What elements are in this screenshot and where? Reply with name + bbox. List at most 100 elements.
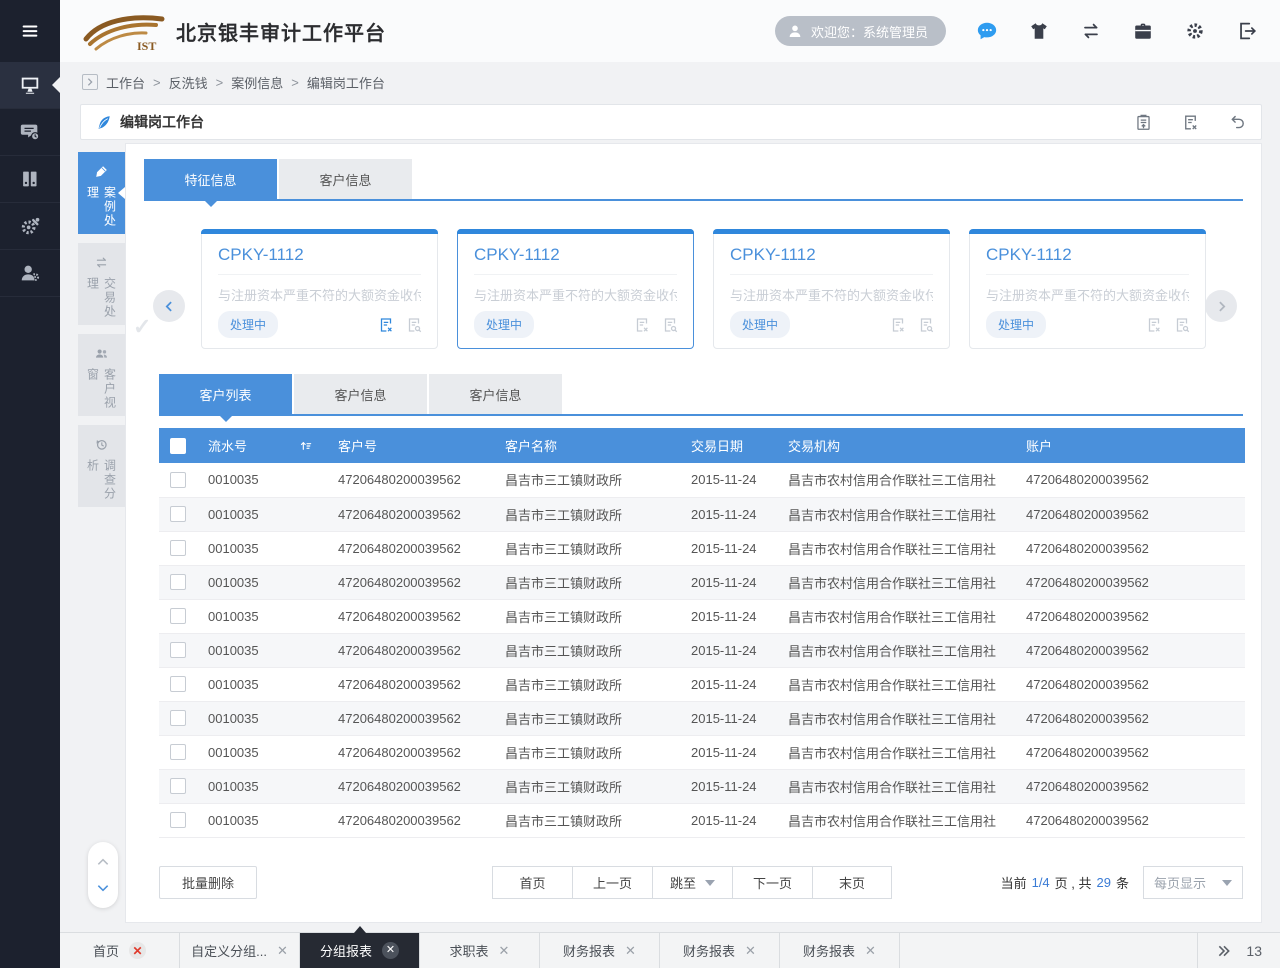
cell-r5-c4: 2015-11-24 — [679, 599, 776, 633]
clipboard-import-button[interactable] — [1134, 113, 1153, 132]
row-checkbox[interactable] — [170, 472, 186, 488]
switch-button[interactable] — [1080, 20, 1102, 42]
row-checkbox[interactable] — [170, 778, 186, 794]
carousel-next-button[interactable] — [1205, 290, 1237, 322]
batch-delete-button[interactable]: 批量删除 — [159, 866, 257, 899]
sidebar-item-4[interactable] — [0, 203, 60, 250]
list-tab-3[interactable]: 客户信息 — [429, 374, 562, 414]
case-card-3[interactable]: CPKY-1112与注册资本严重不符的大额资金收付处理中 — [713, 229, 950, 349]
bottom-tab-7[interactable]: 财务报表✕ — [780, 933, 900, 968]
pager-button-3[interactable]: 跳至 — [652, 866, 732, 899]
pager-button-4[interactable]: 下一页 — [732, 866, 812, 899]
bottom-tab-1[interactable]: 首页✕ — [60, 933, 180, 968]
doc-remove-icon[interactable] — [377, 316, 395, 334]
close-icon[interactable]: ✕ — [129, 942, 146, 959]
message-button[interactable] — [976, 20, 998, 42]
undo-button[interactable] — [1228, 113, 1247, 132]
close-icon[interactable]: ✕ — [499, 944, 510, 957]
feature-tabs: 特征信息客户信息 — [144, 159, 1243, 199]
sidebar-nav — [0, 62, 60, 297]
doc-search-icon[interactable] — [661, 316, 679, 334]
close-icon[interactable]: ✕ — [277, 944, 288, 957]
close-icon[interactable]: ✕ — [382, 942, 399, 959]
logout-icon — [1236, 20, 1258, 42]
archive-icon — [19, 168, 41, 190]
bottom-tab-4[interactable]: 求职表✕ — [420, 933, 540, 968]
briefcase-button[interactable] — [1132, 20, 1154, 42]
pager-button-2[interactable]: 上一页 — [572, 866, 652, 899]
rail-tab-4[interactable]: 调查分析 — [78, 425, 125, 507]
close-icon[interactable]: ✕ — [625, 944, 636, 957]
feature-tab-1[interactable]: 特征信息 — [144, 159, 277, 199]
row-checkbox[interactable] — [170, 710, 186, 726]
case-card-2[interactable]: CPKY-1112与注册资本严重不符的大额资金收付处理中 — [457, 229, 694, 349]
breadcrumb-item-1[interactable]: 工作台 — [106, 73, 145, 92]
per-page-select[interactable]: 每页显示 — [1143, 866, 1243, 899]
table-row-11: 001003547206480200039562昌吉市三工镇财政所2015-11… — [159, 803, 1245, 837]
row-checkbox[interactable] — [170, 506, 186, 522]
row-checkbox[interactable] — [170, 540, 186, 556]
bottom-tab-6[interactable]: 财务报表 ✕ — [660, 933, 780, 968]
case-card-4[interactable]: CPKY-1112与注册资本严重不符的大额资金收付处理中 — [969, 229, 1206, 349]
rail-tab-2[interactable]: 交易处理 — [78, 243, 125, 325]
gear-button[interactable] — [1184, 20, 1206, 42]
feature-tab-2[interactable]: 客户信息 — [279, 159, 412, 199]
list-tab-1[interactable]: 客户列表 — [159, 374, 292, 414]
cell-r8-c3: 昌吉市三工镇财政所 — [493, 701, 679, 735]
column-header-5: 交易机构 — [776, 428, 1014, 463]
pager-button-5[interactable]: 末页 — [812, 866, 892, 899]
header-actions: 欢迎您：系统管理员 — [775, 16, 1258, 46]
scroll-up-button[interactable] — [96, 855, 110, 869]
breadcrumb-item-4[interactable]: 编辑岗工作台 — [307, 73, 385, 92]
close-icon[interactable]: ✕ — [865, 944, 876, 957]
card-description: 与注册资本严重不符的大额资金收付 — [218, 285, 421, 304]
card-description: 与注册资本严重不符的大额资金收付 — [730, 285, 933, 304]
bottom-tab-2[interactable]: 自定义分组...✕ — [180, 933, 300, 968]
row-checkbox[interactable] — [170, 642, 186, 658]
rail-tab-3[interactable]: 客户视窗 — [78, 334, 125, 416]
list-tab-2[interactable]: 客户信息 — [294, 374, 427, 414]
doc-remove-icon[interactable] — [889, 316, 907, 334]
pager-button-1[interactable]: 首页 — [492, 866, 572, 899]
case-card-1[interactable]: CPKY-1112与注册资本严重不符的大额资金收付处理中 — [201, 229, 438, 349]
app-title: 北京银丰审计工作平台 — [176, 17, 386, 46]
sidebar-item-5[interactable] — [0, 250, 60, 297]
chevron-right-icon — [1215, 300, 1228, 313]
row-checkbox[interactable] — [170, 608, 186, 624]
doc-search-icon[interactable] — [917, 316, 935, 334]
bottom-tab-5[interactable]: 财务报表✕ — [540, 933, 660, 968]
column-label: 流水号 — [208, 436, 247, 455]
sidebar-item-2[interactable] — [0, 109, 60, 156]
logout-button[interactable] — [1236, 20, 1258, 42]
row-checkbox[interactable] — [170, 574, 186, 590]
sort-icon[interactable] — [298, 438, 314, 454]
rail-tab-1[interactable]: 案例处理 — [78, 152, 125, 234]
doc-remove-icon[interactable] — [1145, 316, 1163, 334]
user-welcome-pill[interactable]: 欢迎您：系统管理员 — [775, 16, 946, 46]
doc-remove-icon[interactable] — [633, 316, 651, 334]
scroll-down-button[interactable] — [96, 881, 110, 895]
pager-button-label: 上一页 — [593, 873, 632, 892]
close-icon[interactable]: ✕ — [745, 944, 756, 957]
table-row-10: 001003547206480200039562昌吉市三工镇财政所2015-11… — [159, 769, 1245, 803]
doc-search-icon[interactable] — [1173, 316, 1191, 334]
row-checkbox[interactable] — [170, 812, 186, 828]
double-chevron-right-icon[interactable] — [1216, 943, 1232, 959]
card-icon-group — [633, 316, 679, 334]
row-checkbox[interactable] — [170, 744, 186, 760]
theme-button[interactable] — [1028, 20, 1050, 42]
carousel-prev-button[interactable] — [153, 290, 185, 322]
sidebar-item-1[interactable] — [0, 62, 60, 109]
bottom-tab-3[interactable]: 分组报表✕ — [300, 933, 420, 968]
breadcrumb-item-2[interactable]: 反洗钱 — [169, 73, 208, 92]
select-all-checkbox[interactable] — [170, 438, 186, 454]
doc-search-icon[interactable] — [405, 316, 423, 334]
hamburger-menu-button[interactable] — [0, 0, 60, 62]
row-checkbox[interactable] — [170, 676, 186, 692]
breadcrumb-item-3[interactable]: 案例信息 — [231, 73, 283, 92]
sidebar-item-3[interactable] — [0, 156, 60, 203]
bottom-tab-label: 财务报表 — [683, 941, 735, 960]
cell-r6-c6: 47206480200039562 — [1014, 633, 1245, 667]
doc-remove-button[interactable] — [1181, 113, 1200, 132]
breadcrumb-toggle-button[interactable] — [82, 74, 98, 90]
